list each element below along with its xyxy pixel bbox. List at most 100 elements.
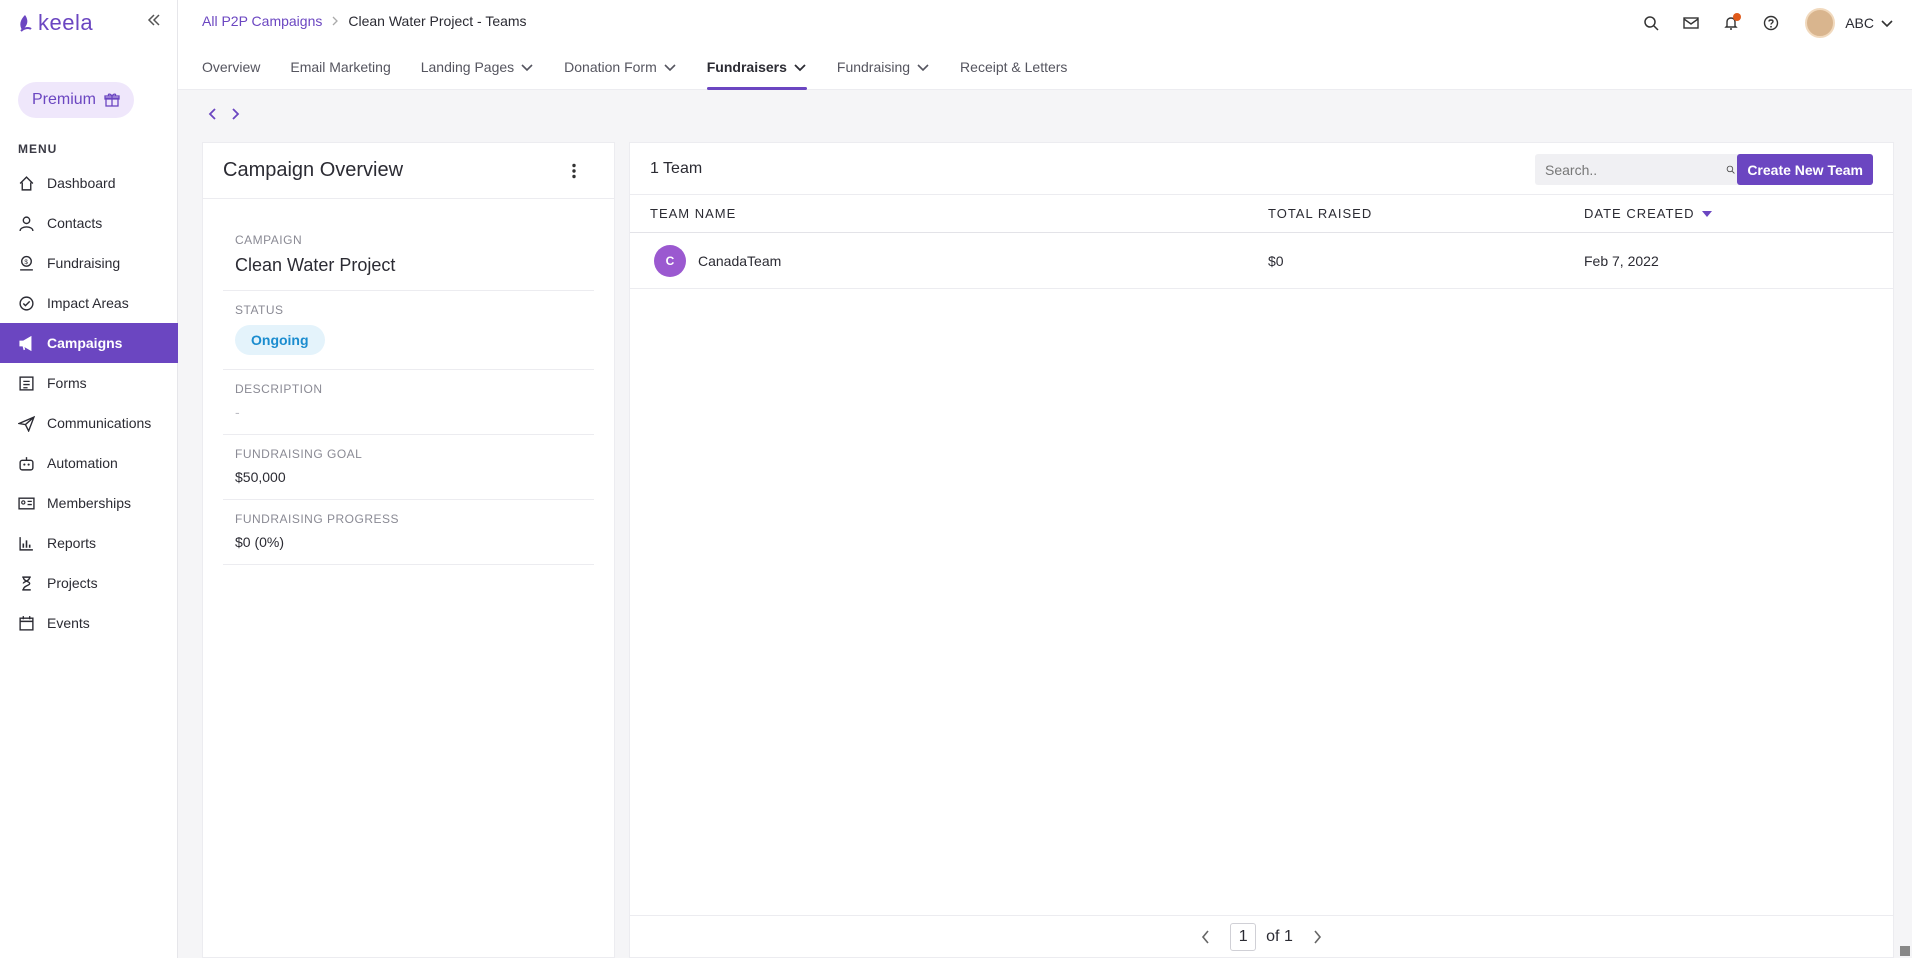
tab-receipt-letters[interactable]: Receipt & Letters: [960, 44, 1067, 90]
campaign-tabs: Overview Email Marketing Landing Pages D…: [178, 44, 1912, 90]
progress-label: FUNDRAISING PROGRESS: [235, 512, 400, 526]
logo[interactable]: keela: [18, 10, 93, 36]
sidebar-item-campaigns[interactable]: Campaigns: [0, 323, 178, 363]
megaphone-icon: [19, 335, 32, 351]
campaign-label: CAMPAIGN: [235, 233, 303, 247]
tab-landing-pages[interactable]: Landing Pages: [421, 44, 534, 90]
teams-panel: 1 Team Create New Team TEAM NAME TOTAL R…: [629, 142, 1894, 958]
impact-icon: [19, 295, 34, 311]
chart-icon: [19, 536, 33, 551]
date-created-cell: Feb 7, 2022: [1584, 253, 1659, 269]
paper-plane-icon: [18, 415, 35, 432]
sidebar-item-events[interactable]: Events: [0, 603, 178, 643]
notification-dot: [1733, 13, 1742, 21]
tab-label: Landing Pages: [420, 59, 515, 75]
campaign-field: CAMPAIGN Clean Water Project: [223, 221, 594, 291]
overview-title: Campaign Overview: [223, 159, 404, 181]
mail-icon[interactable]: [1681, 13, 1701, 33]
tab-donation-form[interactable]: Donation Form: [564, 44, 677, 90]
hourglass-icon: [22, 575, 31, 591]
team-name[interactable]: CanadaTeam: [698, 253, 781, 269]
premium-label: Premium: [32, 91, 97, 108]
search-icon[interactable]: [1641, 13, 1661, 33]
tab-email-marketing[interactable]: Email Marketing: [290, 44, 390, 90]
premium-badge[interactable]: Premium: [18, 82, 135, 118]
sidebar-item-forms[interactable]: Forms: [0, 363, 178, 403]
sidebar-item-label: Reports: [47, 535, 97, 551]
breadcrumb: All P2P Campaigns Clean Water Project - …: [202, 13, 527, 29]
help-icon[interactable]: [1761, 13, 1781, 33]
sidebar-item-automation[interactable]: Automation: [0, 443, 178, 483]
sidebar-item-label: Contacts: [47, 215, 103, 231]
calendar-icon: [19, 615, 34, 631]
sort-desc-icon: [1702, 210, 1713, 217]
top-header: All P2P Campaigns Clean Water Project - …: [178, 0, 1912, 44]
home-icon: [19, 175, 34, 191]
campaign-overview-card: Campaign Overview CAMPAIGN Clean Water P…: [202, 142, 615, 958]
progress-value: $0 (0%): [235, 534, 285, 550]
logo-text: keela: [38, 10, 94, 35]
goal-value: $50,000: [235, 469, 286, 485]
create-new-team-button[interactable]: Create New Team: [1737, 154, 1873, 185]
sidebar-item-label: Forms: [47, 375, 87, 391]
sidebar-item-label: Automation: [47, 455, 118, 471]
sidebar-item-dashboard[interactable]: Dashboard: [0, 163, 178, 203]
team-name-cell[interactable]: C CanadaTeam: [654, 233, 781, 289]
column-header-date-created[interactable]: DATE CREATED: [1584, 206, 1713, 221]
collapse-sidebar-icon[interactable]: [146, 12, 164, 30]
column-header-total-raised[interactable]: TOTAL RAISED: [1268, 206, 1372, 221]
sidebar-item-reports[interactable]: Reports: [0, 523, 178, 563]
header-actions: ABC: [1641, 8, 1912, 38]
teams-count: 1 Team: [650, 159, 703, 177]
team-avatar: C: [654, 245, 686, 277]
svg-text:$: $: [24, 259, 28, 266]
next-page-icon[interactable]: [1303, 922, 1333, 952]
page-total-label: of 1: [1266, 927, 1293, 945]
sidebar-item-contacts[interactable]: Contacts: [0, 203, 178, 243]
sidebar-item-label: Memberships: [47, 495, 132, 511]
forward-arrow-icon[interactable]: [227, 106, 243, 122]
chevron-right-icon: [332, 16, 339, 26]
overview-header: Campaign Overview: [203, 143, 614, 199]
column-header-label: DATE CREATED: [1584, 206, 1695, 221]
sidebar-nav: Dashboard Contacts $ Fundraising Impact …: [0, 163, 178, 643]
overview-body: CAMPAIGN Clean Water Project STATUS Ongo…: [203, 199, 614, 565]
search-input[interactable]: [1545, 161, 1726, 178]
user-icon: [19, 215, 34, 231]
page-number-input[interactable]: [1230, 922, 1257, 951]
status-label: STATUS: [235, 303, 284, 317]
pagination: of 1: [630, 915, 1893, 957]
notification-bell-icon[interactable]: [1721, 13, 1742, 33]
sidebar-item-label: Campaigns: [47, 335, 123, 351]
sidebar-item-fundraising[interactable]: $ Fundraising: [0, 243, 178, 283]
column-header-team-name[interactable]: TEAM NAME: [650, 206, 736, 221]
sidebar-item-projects[interactable]: Projects: [0, 563, 178, 603]
breadcrumb-current: Clean Water Project - Teams: [348, 13, 527, 29]
breadcrumb-parent-link[interactable]: All P2P Campaigns: [202, 13, 322, 29]
tab-label: Fundraisers: [706, 59, 787, 75]
user-avatar[interactable]: [1805, 8, 1836, 38]
search-box: [1535, 154, 1745, 185]
more-options-icon[interactable]: [564, 161, 584, 181]
previous-page-icon[interactable]: [1190, 922, 1220, 952]
search-icon[interactable]: [1726, 162, 1735, 177]
user-name[interactable]: ABC: [1845, 15, 1874, 31]
back-arrow-icon[interactable]: [205, 106, 221, 122]
tab-fundraising[interactable]: Fundraising: [837, 44, 930, 90]
tab-label: Receipt & Letters: [960, 59, 1068, 75]
status-badge: Ongoing: [235, 325, 325, 355]
chevron-down-icon: [794, 64, 806, 72]
table-row[interactable]: C CanadaTeam $0 Feb 7, 2022: [630, 233, 1893, 289]
tab-fundraisers[interactable]: Fundraisers: [706, 44, 808, 90]
sidebar-item-impact-areas[interactable]: Impact Areas: [0, 283, 178, 323]
tab-overview[interactable]: Overview: [202, 44, 260, 90]
sidebar-item-memberships[interactable]: Memberships: [0, 483, 178, 523]
sidebar-item-label: Dashboard: [47, 175, 116, 191]
chevron-down-icon: [917, 64, 929, 72]
table-header: TEAM NAME TOTAL RAISED DATE CREATED: [630, 195, 1893, 233]
fundraising-icon: $: [20, 255, 33, 271]
sidebar-item-communications[interactable]: Communications: [0, 403, 178, 443]
sidebar-item-label: Communications: [47, 415, 152, 431]
resize-grip-icon[interactable]: [1900, 946, 1910, 956]
chevron-down-icon[interactable]: [1880, 16, 1894, 30]
